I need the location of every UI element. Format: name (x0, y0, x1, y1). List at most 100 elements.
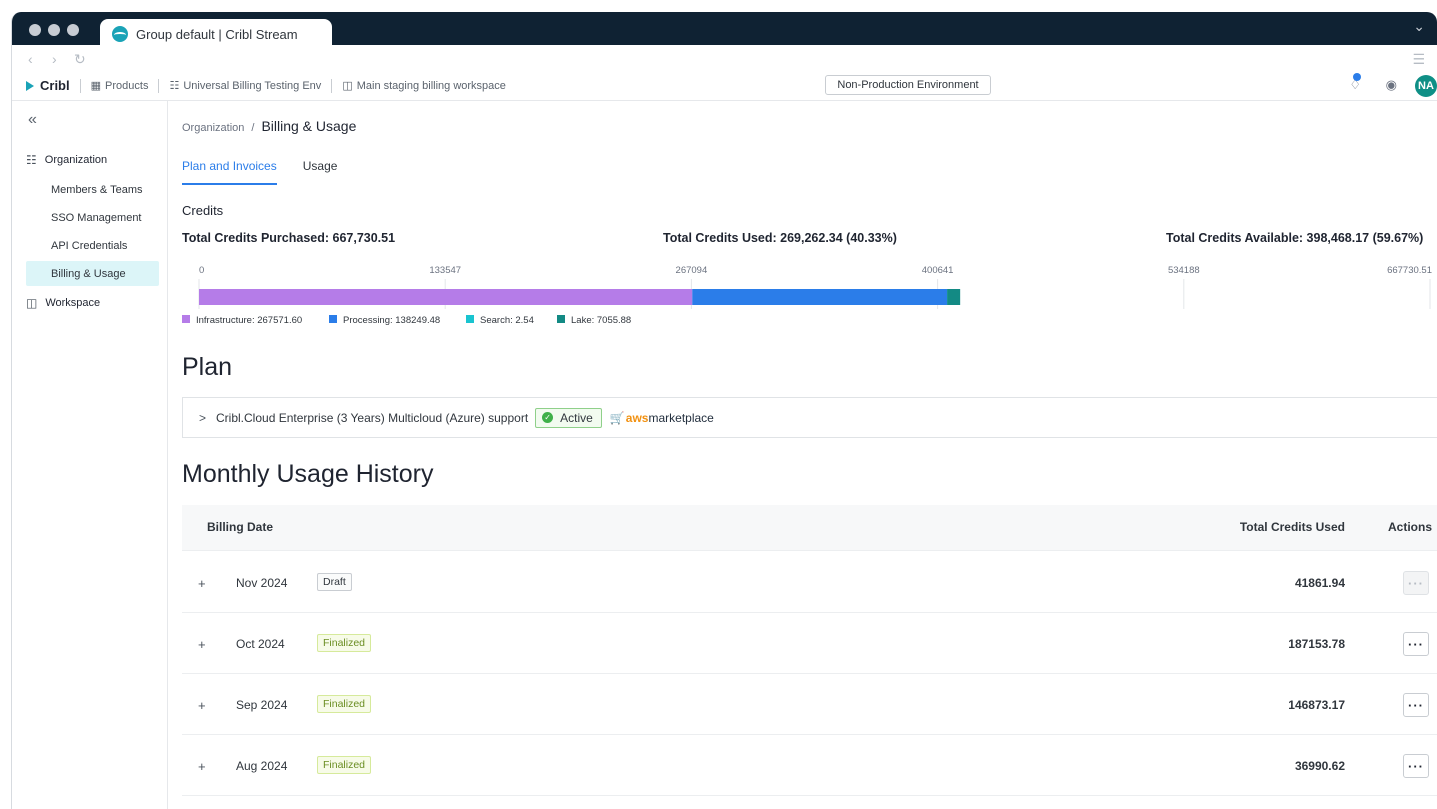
sidebar-section-organization[interactable]: ☷ Organization (26, 153, 107, 167)
breadcrumb-organization[interactable]: Organization (182, 122, 244, 134)
back-arrow-icon[interactable]: ‹ (28, 51, 33, 67)
cribl-favicon-icon (112, 26, 128, 42)
sidebar-section-label: Workspace (45, 297, 101, 309)
chevron-down-icon[interactable]: ⌄ (1413, 18, 1425, 35)
expand-row-icon[interactable]: + (198, 759, 206, 774)
sidebar-section-label: Organization (44, 154, 108, 166)
plan-heading: Plan (182, 353, 233, 381)
organization-label: Universal Billing Testing Env (183, 79, 322, 92)
chart-tick-label: 400641 (922, 265, 954, 276)
chart-tick-label: 133547 (429, 265, 461, 276)
chart-legend-label: Infrastructure: 267571.60 (196, 315, 302, 326)
chart-bar-segment (199, 289, 693, 305)
tab-plan-and-invoices[interactable]: Plan and Invoices (182, 159, 277, 185)
expand-row-icon[interactable]: + (198, 637, 206, 652)
table-header: Billing Date Total Credits Used Actions (182, 505, 1437, 551)
expand-row-icon[interactable]: + (198, 576, 206, 591)
total-credits-used-cell: 41861.94 (1294, 576, 1345, 590)
chart-bar-segment (692, 289, 948, 305)
cribl-logo[interactable]: Cribl (26, 78, 70, 93)
chart-legend-label: Search: 2.54 (480, 315, 534, 326)
status-badge: Finalized (317, 634, 372, 652)
total-credits-used-cell: 146873.17 (1288, 698, 1345, 712)
total-credits-used-cell: 36990.62 (1294, 759, 1345, 773)
actions-menu-button[interactable]: ··· (1403, 754, 1429, 778)
workspace-selector[interactable]: ◫ Main staging billing workspace (342, 79, 506, 93)
chart-legend-swatch (557, 315, 565, 323)
brand-name: Cribl (40, 78, 70, 93)
chart-tick-label: 0 (199, 265, 204, 276)
chart-bar-segment (947, 289, 961, 305)
column-header-total-credits: Total Credits Used (1239, 520, 1345, 534)
globe-icon[interactable]: ◉ (1386, 77, 1397, 93)
products-menu[interactable]: ▦ Products (90, 79, 149, 93)
chart-legend-swatch (329, 315, 337, 323)
aws-marketplace-suffix: marketplace (648, 410, 714, 425)
total-credits-used: Total Credits Used: 269,262.34 (40.33%) (663, 231, 897, 245)
billing-date: Sep 2024 (236, 698, 288, 712)
billing-date: Oct 2024 (236, 637, 285, 651)
status-badge-label: Active (560, 410, 593, 425)
billing-date: Nov 2024 (236, 576, 288, 590)
status-badge: Finalized (317, 695, 372, 713)
breadcrumb-separator: / (251, 122, 255, 134)
tab-bar: Plan and Invoices Usage (182, 159, 363, 185)
total-credits-used-cell: 187153.78 (1288, 637, 1345, 651)
chart-tick-label: 267094 (676, 265, 708, 276)
breadcrumb: Organization / Billing & Usage (182, 118, 356, 134)
plan-row[interactable]: > Cribl.Cloud Enterprise (3 Years) Multi… (182, 397, 1437, 438)
column-header-billing-date: Billing Date (207, 520, 274, 534)
minimize-window-button[interactable] (48, 24, 60, 36)
cribl-logo-icon (26, 80, 34, 91)
chevron-right-icon[interactable]: > (199, 411, 206, 425)
org-tree-icon: ☷ (26, 153, 37, 167)
environment-button[interactable]: Non-Production Environment (825, 75, 991, 95)
sidebar-item-api-credentials[interactable]: API Credentials (26, 233, 159, 258)
table-row: + Oct 2024 Finalized 187153.78 ··· (182, 613, 1437, 674)
close-window-button[interactable] (29, 24, 41, 36)
maximize-window-button[interactable] (67, 24, 79, 36)
actions-menu-button[interactable]: ··· (1403, 632, 1429, 656)
menu-icon[interactable]: ☰ (1412, 51, 1425, 68)
check-circle-icon: ✓ (542, 412, 554, 423)
products-label: Products (105, 79, 149, 92)
credits-stacked-bar-chart: 0 133547 267094 400641 534188 667730.51 Infras… (182, 265, 1432, 326)
plan-name: Cribl.Cloud Enterprise (3 Years) Multicl… (216, 410, 529, 425)
divider (158, 78, 160, 93)
sidebar-section-workspace[interactable]: ◫ Workspace (26, 296, 100, 310)
tab-usage[interactable]: Usage (303, 159, 338, 185)
grid-icon: ▦ (90, 80, 102, 92)
table-row: + Aug 2024 Finalized 36990.62 ··· (182, 735, 1437, 796)
app-topbar: Cribl ▦ Products ☷ Universal Billing Tes… (12, 71, 1437, 101)
chart-legend-label: Lake: 7055.88 (571, 315, 631, 326)
browser-titlebar: Group default | Cribl Stream ⌄ (12, 12, 1437, 49)
workspace-icon: ◫ (342, 80, 353, 92)
avatar[interactable]: NA (1415, 75, 1437, 97)
sidebar-item-members-teams[interactable]: Members & Teams (26, 177, 159, 202)
chart-tick-label: 534188 (1168, 265, 1200, 276)
sidebar-item-sso-management[interactable]: SSO Management (26, 205, 159, 230)
table-row: + Nov 2024 Draft 41861.94 ··· (182, 552, 1437, 613)
total-credits-available: Total Credits Available: 398,468.17 (59.… (1166, 231, 1424, 245)
shopping-cart-icon: 🛒 (609, 410, 625, 425)
main-content: Organization / Billing & Usage Plan and … (169, 101, 1437, 809)
collapse-sidebar-icon[interactable]: « (28, 111, 37, 129)
table-row: + Sep 2024 Finalized 146873.17 ··· (182, 674, 1437, 735)
browser-nav-row: ‹ › ↻ ☰ (12, 45, 1437, 71)
history-heading: Monthly Usage History (182, 460, 434, 488)
sidebar-item-billing-usage[interactable]: Billing & Usage (26, 261, 159, 286)
workspace-label: Main staging billing workspace (356, 79, 506, 92)
credits-heading: Credits (182, 203, 224, 218)
actions-menu-button[interactable]: ··· (1403, 571, 1429, 595)
forward-arrow-icon[interactable]: › (52, 51, 57, 67)
reload-icon[interactable]: ↻ (74, 51, 86, 68)
workspace-icon: ◫ (26, 296, 38, 310)
actions-menu-button[interactable]: ··· (1403, 693, 1429, 717)
expand-row-icon[interactable]: + (198, 698, 206, 713)
billing-date: Aug 2024 (236, 759, 288, 773)
chart-tick-label: 667730.51 (1387, 265, 1432, 276)
organization-selector[interactable]: ☷ Universal Billing Testing Env (169, 79, 322, 93)
divider (331, 78, 333, 93)
chart-legend-label: Processing: 138249.48 (343, 315, 440, 326)
page-title: Billing & Usage (261, 118, 357, 134)
